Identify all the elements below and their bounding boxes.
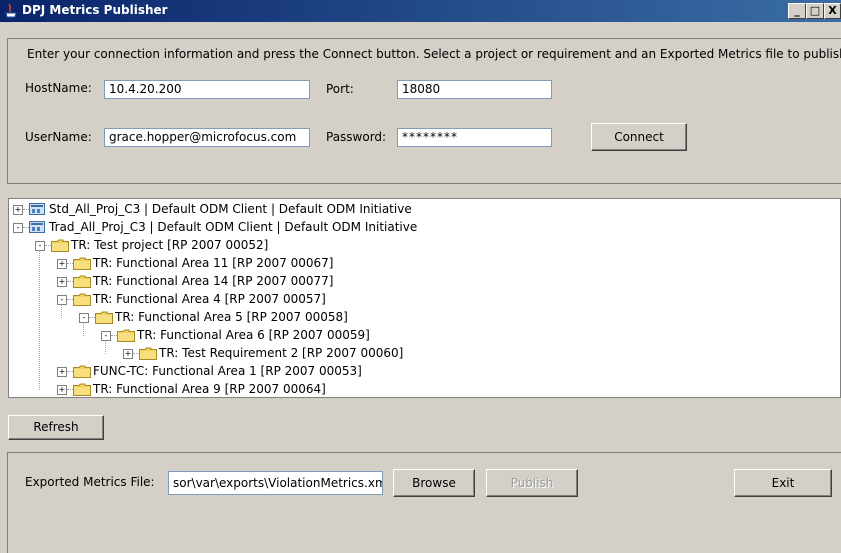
exported-file-input[interactable]: sor\var\exports\ViolationMetrics.xml <box>168 471 383 495</box>
tree-node[interactable]: - TR: Functional Area 6 [RP 2007 00059] <box>9 327 839 344</box>
expand-icon[interactable]: + <box>57 367 67 377</box>
hostname-input[interactable]: 10.4.20.200 <box>104 80 310 99</box>
exported-file-label: Exported Metrics File: <box>25 475 155 489</box>
folder-icon <box>95 311 113 324</box>
tree-node-label: FUNC-TC: Functional Area 1 [RP 2007 0005… <box>93 364 362 378</box>
collapse-icon[interactable]: - <box>57 295 67 305</box>
tree-node[interactable]: - TR: Functional Area 4 [RP 2007 00057] <box>9 291 839 308</box>
project-icon <box>29 221 45 233</box>
password-input[interactable]: ******** <box>397 128 552 147</box>
publish-button[interactable]: Publish <box>486 469 578 497</box>
collapse-icon[interactable]: - <box>79 313 89 323</box>
hostname-label: HostName: <box>25 81 92 95</box>
expand-icon[interactable]: + <box>13 205 23 215</box>
tree-node-label: TR: Test Requirement 2 [RP 2007 00060] <box>159 346 404 360</box>
folder-icon <box>117 329 135 342</box>
project-icon <box>29 203 45 215</box>
expand-icon[interactable]: + <box>57 259 67 269</box>
tree-node[interactable]: + Std_All_Proj_C3 | Default ODM Client | … <box>9 201 839 218</box>
tree-node-label: Std_All_Proj_C3 | Default ODM Client | D… <box>49 202 412 216</box>
project-tree[interactable]: + Std_All_Proj_C3 | Default ODM Client | … <box>8 198 841 398</box>
collapse-icon[interactable]: - <box>35 241 45 251</box>
maximize-button[interactable]: □ <box>806 3 824 19</box>
window-title: DPJ Metrics Publisher <box>22 3 168 17</box>
collapse-icon[interactable]: - <box>101 331 111 341</box>
expand-icon[interactable]: + <box>57 385 67 395</box>
expand-icon[interactable]: + <box>57 277 67 287</box>
title-bar[interactable]: DPJ Metrics Publisher _ □ X <box>0 0 841 22</box>
folder-icon <box>139 347 157 360</box>
tree-node[interactable]: - Trad_All_Proj_C3 | Default ODM Client |… <box>9 219 839 236</box>
tree-node-label: Trad_All_Proj_C3 | Default ODM Client | … <box>49 220 418 234</box>
port-input[interactable]: 18080 <box>397 80 552 99</box>
tree-node-label: TR: Functional Area 9 [RP 2007 00064] <box>93 382 326 396</box>
collapse-icon[interactable]: - <box>13 223 23 233</box>
tree-node[interactable]: + FUNC-TC: Functional Area 1 [RP 2007 000… <box>9 363 839 380</box>
folder-icon <box>73 365 91 378</box>
tree-node-label: TR: Test project [RP 2007 00052] <box>71 238 269 252</box>
expand-icon[interactable]: + <box>123 349 133 359</box>
folder-icon <box>73 293 91 306</box>
tree-node[interactable]: - TR: Test project [RP 2007 00052] <box>9 237 839 254</box>
folder-icon <box>73 383 91 396</box>
tree-node-label: TR: Functional Area 6 [RP 2007 00059] <box>137 328 370 342</box>
tree-node[interactable]: + TR: Test Requirement 2 [RP 2007 00060] <box>9 345 839 362</box>
username-label: UserName: <box>25 130 92 144</box>
connection-panel: Enter your connection information and pr… <box>7 38 841 184</box>
java-cup-icon <box>5 3 17 18</box>
refresh-button[interactable]: Refresh <box>8 415 104 440</box>
minimize-button[interactable]: _ <box>788 3 806 19</box>
browse-button[interactable]: Browse <box>393 469 475 497</box>
tree-node[interactable]: + TR: Functional Area 9 [RP 2007 00064] <box>9 381 839 397</box>
tree-node[interactable]: + TR: Functional Area 11 [RP 2007 00067] <box>9 255 839 272</box>
tree-node-label: TR: Functional Area 14 [RP 2007 00077] <box>93 274 334 288</box>
folder-icon <box>73 275 91 288</box>
tree-node-label: TR: Functional Area 5 [RP 2007 00058] <box>115 310 348 324</box>
exit-button[interactable]: Exit <box>734 469 832 497</box>
close-button[interactable]: X <box>824 3 841 19</box>
tree-node-label: TR: Functional Area 4 [RP 2007 00057] <box>93 292 326 306</box>
port-label: Port: <box>326 82 354 96</box>
tree-node[interactable]: + TR: Functional Area 14 [RP 2007 00077] <box>9 273 839 290</box>
password-label: Password: <box>326 130 387 144</box>
connect-button[interactable]: Connect <box>591 123 687 151</box>
folder-icon <box>73 257 91 270</box>
username-input[interactable]: grace.hopper@microfocus.com <box>104 128 310 147</box>
publish-panel: Exported Metrics File: sor\var\exports\V… <box>7 452 841 553</box>
tree-node[interactable]: - TR: Functional Area 5 [RP 2007 00058] <box>9 309 839 326</box>
tree-node-label: TR: Functional Area 11 [RP 2007 00067] <box>93 256 334 270</box>
folder-icon <box>51 239 69 252</box>
instructions-text: Enter your connection information and pr… <box>27 47 841 61</box>
